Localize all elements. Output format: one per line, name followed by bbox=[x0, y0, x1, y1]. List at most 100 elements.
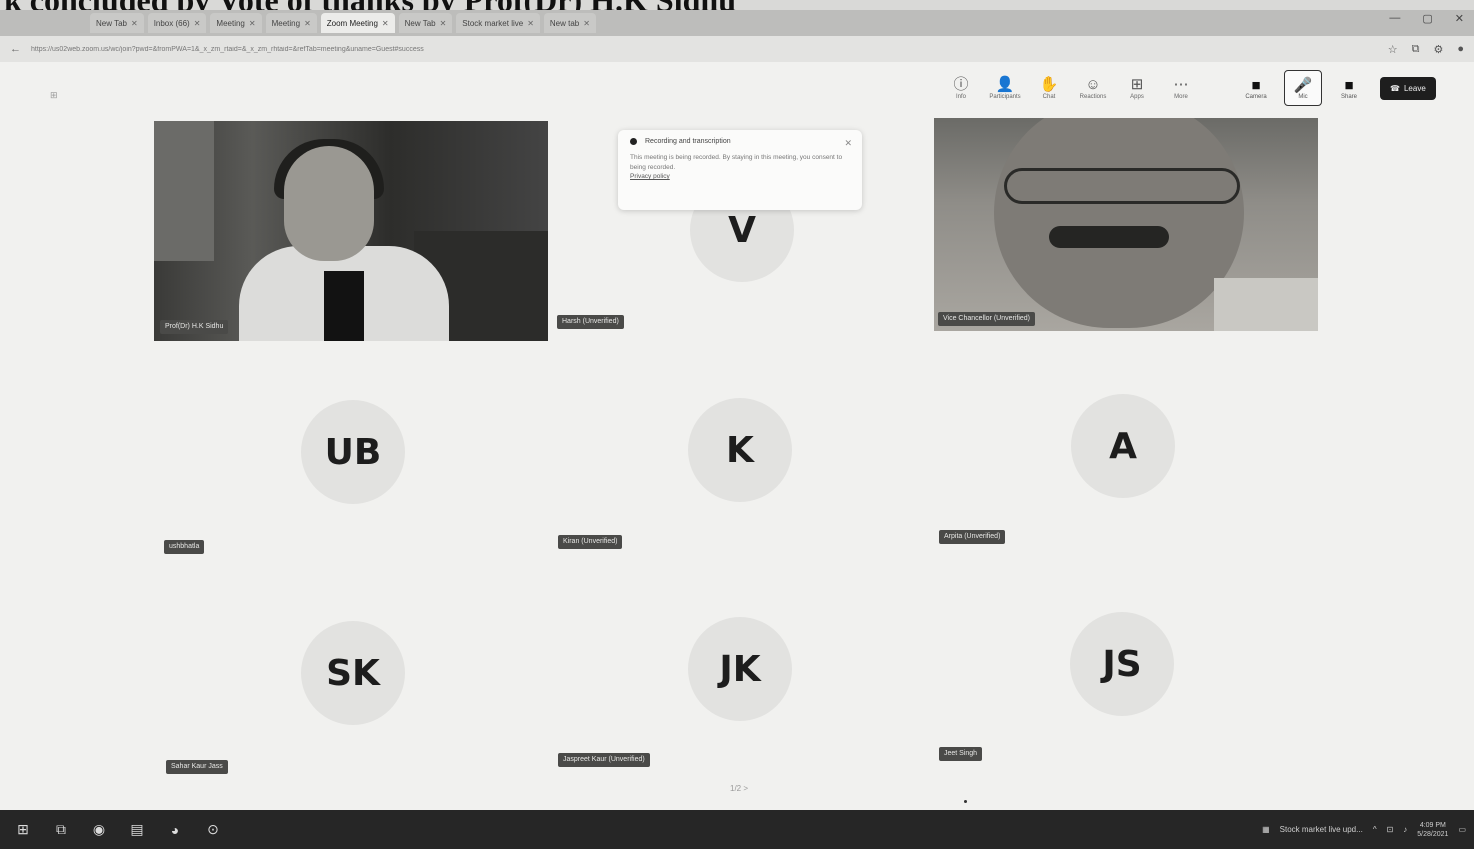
tab-label: New Tab bbox=[404, 18, 436, 28]
info-icon: ⓘ bbox=[953, 76, 969, 93]
notice-body: This meeting is being recorded. By stayi… bbox=[630, 154, 843, 171]
participant-name-tag: Jeet Singh bbox=[939, 747, 983, 761]
reactions-icon: ☺ bbox=[1085, 76, 1101, 93]
toolbar-label: Mic bbox=[1298, 94, 1308, 100]
apps-button[interactable]: ⊞ Apps bbox=[1120, 76, 1154, 100]
share-button[interactable]: ■ Share bbox=[1332, 77, 1366, 100]
toolbar-label: More bbox=[1174, 94, 1188, 100]
windows-start-icon[interactable]: ⊞ bbox=[8, 821, 38, 838]
browser-tab[interactable]: New Tab ✕ bbox=[398, 13, 453, 33]
close-icon[interactable]: ✕ bbox=[382, 19, 389, 28]
settings-icon[interactable]: ⚙ bbox=[1433, 43, 1443, 56]
leave-label: Leave bbox=[1403, 83, 1426, 93]
video-tile-vice-chancellor[interactable]: Vice Chancellor (Unverified) bbox=[934, 118, 1318, 331]
extension-icon[interactable]: ⧉ bbox=[1412, 43, 1420, 56]
toolbar-label: Info bbox=[955, 94, 966, 100]
meeting-toolbar: ⓘ Info 👤 Participants ✋ Chat ☺ Reactions ⊞ Ap… bbox=[944, 70, 1436, 106]
back-icon[interactable]: ← bbox=[10, 43, 21, 55]
window-controls: — ▢ ✕ bbox=[1389, 12, 1464, 25]
toolbar-label: Camera bbox=[1245, 93, 1267, 100]
close-icon[interactable]: ✕ bbox=[249, 19, 256, 28]
mic-button[interactable]: 🎤 Mic bbox=[1284, 70, 1322, 106]
participants-button[interactable]: 👤 Participants bbox=[988, 76, 1022, 100]
address-bar: ← https://us02web.zoom.us/wc/join?pwd=&f… bbox=[0, 36, 1474, 62]
zoom-meeting: ⊞ ⓘ Info 👤 Participants ✋ Chat ☺ Reactions ⊞… bbox=[0, 62, 1474, 810]
browser-actions: ☆ ⧉ ⚙ ● bbox=[1388, 43, 1464, 56]
camera-icon: ■ bbox=[1251, 76, 1261, 94]
notifications-icon[interactable]: ▭ bbox=[1458, 825, 1466, 834]
notice-title: Recording and transcription bbox=[645, 138, 731, 145]
participant-name-tag: Sahar Kaur Jass bbox=[166, 760, 228, 774]
notice-header: Recording and transcription bbox=[630, 138, 850, 145]
participant-avatar: SK bbox=[301, 621, 405, 725]
participant-head bbox=[284, 146, 374, 261]
toolbar-label: Reactions bbox=[1079, 94, 1107, 100]
record-icon bbox=[630, 138, 637, 145]
volume-icon[interactable]: ♪ bbox=[1403, 825, 1407, 834]
more-icon: ⋯ bbox=[1173, 76, 1189, 93]
close-icon[interactable]: ✕ bbox=[844, 138, 852, 149]
system-tray: ▦ Stock market live upd... ^ ⊡ ♪ 4:09 PM… bbox=[1262, 821, 1466, 839]
close-icon[interactable]: ✕ bbox=[194, 19, 201, 28]
chevron-up-icon[interactable]: ^ bbox=[1373, 825, 1377, 834]
news-icon[interactable]: ▦ bbox=[1262, 825, 1270, 834]
apps-icon: ⊞ bbox=[1130, 76, 1144, 93]
toolbar-label: Chat bbox=[1042, 94, 1056, 100]
chat-icon: ✋ bbox=[1039, 76, 1059, 93]
view-toggle-icon[interactable]: ⊞ bbox=[50, 90, 58, 101]
tab-label: Zoom Meeting bbox=[326, 18, 378, 28]
participant-avatar: JS bbox=[1070, 612, 1174, 716]
close-icon[interactable]: ✕ bbox=[527, 19, 534, 28]
minimize-icon[interactable]: — bbox=[1389, 12, 1400, 25]
close-icon[interactable]: ✕ bbox=[583, 19, 590, 28]
clock-date: 5/28/2021 bbox=[1417, 830, 1449, 838]
browser-tab-bar: New Tab ✕ Inbox (66) ✕ Meeting ✕ Meeting ✕ Z… bbox=[0, 10, 1474, 36]
info-button[interactable]: ⓘ Info bbox=[944, 76, 978, 100]
recording-notice: Recording and transcription ✕ This meeti… bbox=[618, 130, 862, 210]
tab-label: Meeting bbox=[271, 18, 301, 28]
participant-head bbox=[994, 118, 1244, 328]
star-icon[interactable]: ☆ bbox=[1388, 43, 1398, 56]
participant-mustache bbox=[1049, 226, 1169, 248]
profile-icon[interactable]: ● bbox=[1457, 43, 1464, 56]
app-icon[interactable]: ⊙ bbox=[198, 821, 228, 838]
close-icon[interactable]: ✕ bbox=[304, 19, 311, 28]
close-icon[interactable]: ✕ bbox=[440, 19, 447, 28]
video-tile-sidhu[interactable]: Prof(Dr) H.K Sidhu bbox=[154, 121, 548, 341]
task-view-icon[interactable]: ⧉ bbox=[46, 821, 76, 838]
participant-name-tag: ushbhatla bbox=[164, 540, 205, 554]
browser-tab[interactable]: Meeting ✕ bbox=[265, 13, 317, 33]
browser-tab[interactable]: New tab ✕ bbox=[543, 13, 596, 33]
reactions-button[interactable]: ☺ Reactions bbox=[1076, 76, 1110, 100]
file-explorer-icon[interactable]: ▤ bbox=[122, 821, 152, 838]
more-button[interactable]: ⋯ More bbox=[1164, 76, 1198, 100]
browser-tab[interactable]: Inbox (66) ✕ bbox=[147, 13, 207, 33]
privacy-policy-link[interactable]: Privacy policy bbox=[630, 173, 850, 180]
page-indicator[interactable]: 1/2 > bbox=[730, 784, 748, 793]
clock-time: 4:09 PM bbox=[1419, 821, 1446, 829]
participant-avatar: A bbox=[1071, 394, 1175, 498]
browser-icon[interactable]: ◉ bbox=[84, 821, 114, 838]
close-window-icon[interactable]: ✕ bbox=[1455, 12, 1464, 25]
chrome-icon[interactable]: ◕ bbox=[160, 822, 190, 838]
chat-button[interactable]: ✋ Chat bbox=[1032, 76, 1066, 100]
news-widget[interactable]: Stock market live upd... bbox=[1280, 825, 1363, 834]
browser-tab[interactable]: New Tab ✕ bbox=[90, 13, 144, 33]
clock[interactable]: 4:09 PM 5/28/2021 bbox=[1417, 821, 1448, 839]
phone-icon: ☎ bbox=[1390, 83, 1400, 93]
cursor-dot bbox=[964, 800, 967, 803]
browser-tab[interactable]: Meeting ✕ bbox=[210, 13, 262, 33]
close-icon[interactable]: ✕ bbox=[131, 19, 138, 28]
maximize-icon[interactable]: ▢ bbox=[1422, 12, 1432, 25]
network-icon[interactable]: ⊡ bbox=[1387, 825, 1394, 834]
participant-name-tag: Vice Chancellor (Unverified) bbox=[938, 312, 1036, 326]
participant-avatar: UB bbox=[301, 400, 405, 504]
participants-icon: 👤 bbox=[995, 76, 1015, 93]
url-field[interactable]: https://us02web.zoom.us/wc/join?pwd=&fro… bbox=[31, 46, 1378, 53]
camera-button[interactable]: ■ Camera bbox=[1238, 71, 1274, 105]
tab-label: Stock market live bbox=[462, 18, 524, 28]
browser-tab-active[interactable]: Zoom Meeting ✕ bbox=[320, 13, 395, 33]
leave-button[interactable]: ☎ Leave bbox=[1380, 76, 1436, 100]
participant-name-tag: Harsh (Unverified) bbox=[557, 315, 624, 329]
browser-tab[interactable]: Stock market live ✕ bbox=[456, 13, 540, 33]
